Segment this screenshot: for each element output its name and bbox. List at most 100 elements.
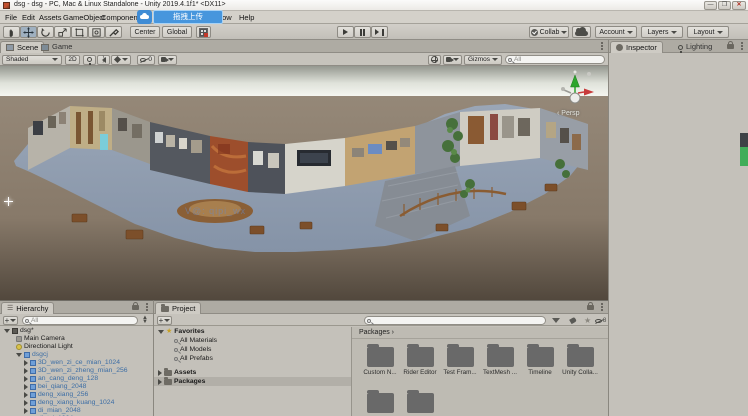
package-folder[interactable]: Test Fram... [441,347,479,376]
package-folder[interactable]: Custom N... [361,347,399,376]
component-tools-button[interactable] [428,55,441,65]
hand-tool-icon[interactable] [3,26,20,38]
cloud-button[interactable] [572,26,591,38]
collab-dropdown[interactable]: Collab [529,26,569,38]
lock-icon[interactable] [587,305,594,310]
package-folder[interactable]: TextMesh ... [481,347,519,376]
expander-icon[interactable] [24,408,28,414]
scene-search-input[interactable] [514,56,602,63]
search-by-label-icon[interactable] [570,316,576,325]
hierarchy-row-prefab[interactable]: dsgcj [0,351,153,359]
create-object-button[interactable]: + [3,316,18,325]
expander-icon[interactable] [24,384,28,390]
expander-icon[interactable] [158,370,162,376]
hierarchy-search-input[interactable] [31,317,135,324]
expander-icon[interactable] [24,400,28,406]
search-by-type-icon[interactable] [552,316,560,325]
camera-select-dropdown[interactable] [443,55,462,65]
scene-viewport-3d[interactable]: V@: qipi_wx ‹ Persp [0,66,608,300]
expander-icon[interactable] [24,360,28,366]
move-tool-icon[interactable] [20,26,37,38]
project-search-input[interactable] [373,317,543,324]
expander-icon[interactable] [16,353,22,357]
hierarchy-row-prefab[interactable]: bei_qiang_2048 [0,383,153,391]
tab-hierarchy[interactable]: ☰Hierarchy [1,302,54,314]
expander-icon[interactable] [24,392,28,398]
tab-project[interactable]: Project [155,302,201,314]
favorite-all-prefabs[interactable]: All Prefabs [154,354,351,363]
scene-audio-toggle[interactable] [97,55,110,65]
save-search-icon[interactable]: ★ [584,316,591,325]
packages-folder-row[interactable]: Packages [154,377,351,386]
hierarchy-row-prefab[interactable]: deng_xiang_kuang_1024 [0,399,153,407]
play-button[interactable] [337,26,354,38]
menu-assets[interactable]: Assets [39,13,62,22]
package-folder[interactable]: Unity Colla... [561,347,599,376]
scene-camera-menu[interactable] [158,55,177,65]
minimize-button[interactable]: — [704,1,717,10]
tab-lighting[interactable]: Lighting [673,41,717,53]
custom-tool-icon[interactable] [105,26,122,38]
layers-dropdown[interactable]: Layers [641,26,683,38]
favorite-all-materials[interactable]: All Materials [154,336,351,345]
hierarchy-row-prefab[interactable]: an_cang_deng_128 [0,375,153,383]
tab-inspector[interactable]: Inspector [610,41,663,53]
shading-mode-dropdown[interactable]: Shaded [2,55,62,65]
panel-menu-icon[interactable] [741,42,744,51]
breadcrumb[interactable]: Packages › [352,327,608,339]
scale-tool-icon[interactable] [54,26,71,38]
pause-button[interactable] [354,26,371,38]
tab-game[interactable]: Game [36,41,77,53]
assets-folder-row[interactable]: Assets [154,368,351,377]
hierarchy-row-prefab[interactable]: deng_xiang_256 [0,391,153,399]
maximize-button[interactable]: ❐ [718,1,731,10]
step-button[interactable] [371,26,388,38]
panel-menu-icon[interactable] [146,303,149,312]
2d-toggle-button[interactable]: 2D [65,55,80,65]
scene-search-field[interactable] [505,55,605,64]
pivot-toggle-button[interactable]: Center [130,26,160,38]
favorite-all-models[interactable]: All Models [154,345,351,354]
lock-icon[interactable] [132,305,139,310]
persp-label[interactable]: ‹ Persp [557,110,580,117]
package-folder[interactable]: Timeline [521,347,559,376]
menu-help[interactable]: Help [239,13,254,22]
account-dropdown[interactable]: Account [595,26,637,38]
panel-menu-icon[interactable] [601,42,604,51]
hierarchy-row-scene[interactable]: dsg* [0,327,153,335]
menu-gameobject[interactable]: GameObject [63,13,105,22]
upload-overlay-icon[interactable] [137,10,152,24]
expander-icon[interactable] [158,330,164,334]
transform-tool-icon[interactable] [88,26,105,38]
hierarchy-row[interactable]: Directional Light [0,343,153,351]
lock-icon[interactable] [727,44,734,49]
hierarchy-row-prefab[interactable]: di_mian_2048 [0,407,153,415]
orientation-toggle-button[interactable]: Global [162,26,192,38]
hierarchy-row[interactable]: Main Camera [0,335,153,343]
hierarchy-row-prefab[interactable]: 3D_wen_zi_ce_mian_1024 [0,359,153,367]
menu-component[interactable]: Component [101,13,140,22]
grid-snap-button[interactable] [196,26,211,38]
package-folder[interactable]: Rider Editor [401,347,439,376]
scene-effects-dropdown[interactable] [111,55,131,65]
create-asset-button[interactable]: + [157,316,172,325]
close-button[interactable]: ✕ [732,1,746,10]
hierarchy-row-prefab[interactable]: 3D_wen_zi_zheng_mian_256 [0,367,153,375]
sort-icon[interactable]: ▲▼ [142,317,150,324]
gizmos-dropdown[interactable]: Gizmos [464,55,502,65]
rotate-tool-icon[interactable] [37,26,54,38]
menu-file[interactable]: File [5,13,17,22]
expander-icon[interactable] [24,368,28,374]
hidden-packages-toggle[interactable]: 8 [595,316,606,325]
expander-icon[interactable] [24,376,28,382]
favorites-row[interactable]: ★Favorites [154,327,351,336]
scene-lighting-toggle[interactable] [83,55,96,65]
expander-icon[interactable] [158,379,162,385]
package-folder[interactable] [361,393,399,415]
hierarchy-search-field[interactable] [22,316,138,325]
panel-menu-icon[interactable] [601,303,604,312]
scene-visibility-toggle[interactable]: 0 [137,55,155,65]
menu-edit[interactable]: Edit [22,13,35,22]
package-folder[interactable] [401,393,439,415]
expander-icon[interactable] [4,329,10,333]
